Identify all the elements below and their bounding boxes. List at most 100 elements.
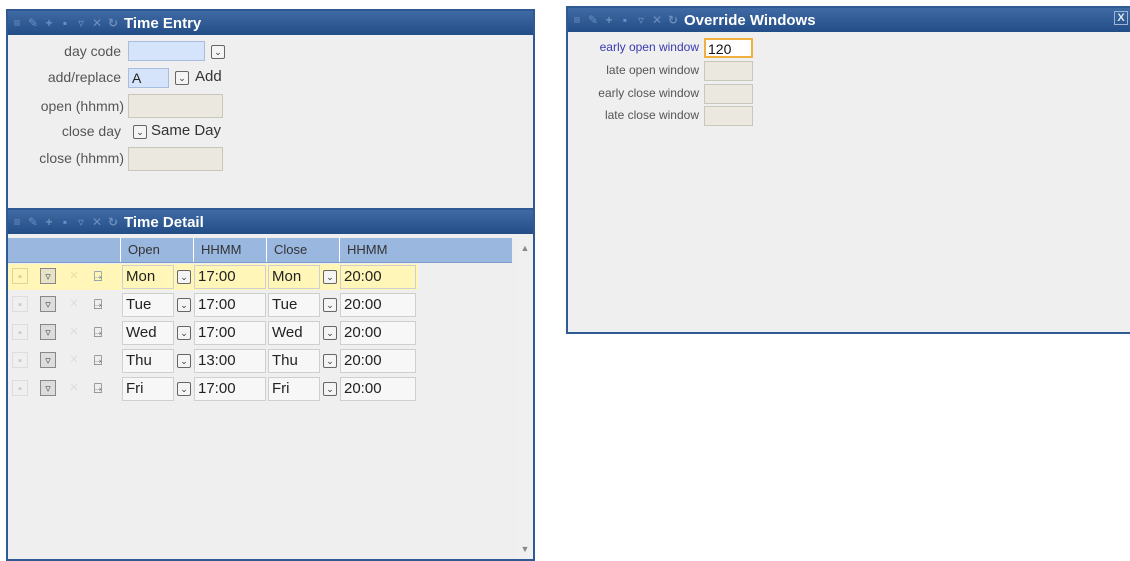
save-icon[interactable]: ▪ bbox=[12, 268, 28, 284]
refresh-icon[interactable]: ↻ bbox=[106, 16, 120, 30]
table-row[interactable]: ▪ ▿ ✕ ⍈ Mon ⌄ 17:00 Mon ⌄ 20:00 bbox=[8, 264, 418, 290]
open-day-cell[interactable]: Wed bbox=[122, 321, 174, 345]
open-time-cell[interactable]: 17:00 bbox=[194, 321, 266, 345]
undo-icon[interactable]: ▿ bbox=[74, 16, 88, 30]
undo-icon[interactable]: ▿ bbox=[74, 215, 88, 229]
undo-icon[interactable]: ▿ bbox=[40, 268, 56, 284]
open-day-dropdown-icon[interactable]: ⌄ bbox=[177, 326, 191, 340]
close-day-cell[interactable]: Thu bbox=[268, 349, 320, 373]
early-close-window-field[interactable] bbox=[704, 84, 753, 104]
close-day-dropdown-icon[interactable]: ⌄ bbox=[323, 354, 337, 368]
open-day-dropdown-icon[interactable]: ⌄ bbox=[177, 270, 191, 284]
close-day-cell[interactable]: Wed bbox=[268, 321, 320, 345]
undo-icon[interactable]: ▿ bbox=[40, 352, 56, 368]
add-replace-field[interactable]: A bbox=[128, 68, 169, 88]
scroll-down-icon[interactable]: ▼ bbox=[517, 541, 533, 557]
close-time-cell[interactable]: 20:00 bbox=[340, 377, 416, 401]
close-day-dropdown-icon[interactable]: ⌄ bbox=[323, 382, 337, 396]
close-day-cell[interactable]: Fri bbox=[268, 377, 320, 401]
open-day-cell[interactable]: Fri bbox=[122, 377, 174, 401]
close-day-dropdown-icon[interactable]: ⌄ bbox=[323, 298, 337, 312]
refresh-icon[interactable]: ↻ bbox=[666, 13, 680, 27]
save-icon[interactable]: ▪ bbox=[58, 215, 72, 229]
late-close-window-label: late close window bbox=[604, 108, 699, 122]
open-day-cell[interactable]: Mon bbox=[122, 265, 174, 289]
open-day-dropdown-icon[interactable]: ⌄ bbox=[177, 354, 191, 368]
undo-icon[interactable]: ▿ bbox=[40, 380, 56, 396]
door-icon[interactable]: ⍈ bbox=[90, 296, 106, 312]
undo-icon[interactable]: ▿ bbox=[40, 324, 56, 340]
open-day-cell[interactable]: Thu bbox=[122, 349, 174, 373]
undo-icon[interactable]: ▿ bbox=[634, 13, 648, 27]
close-day-cell[interactable]: Tue bbox=[268, 293, 320, 317]
door-icon[interactable]: ⍈ bbox=[90, 324, 106, 340]
open-field[interactable] bbox=[128, 94, 223, 118]
door-icon[interactable]: ⍈ bbox=[90, 352, 106, 368]
open-day-dropdown-icon[interactable]: ⌄ bbox=[177, 298, 191, 312]
edit-icon[interactable]: ✎ bbox=[586, 13, 600, 27]
save-icon[interactable]: ▪ bbox=[12, 324, 28, 340]
toolbar: ≡ ✎ + ▪ ▿ ✕ ↻ bbox=[8, 16, 120, 30]
add-icon[interactable]: + bbox=[42, 215, 56, 229]
open-time-cell[interactable]: 13:00 bbox=[194, 349, 266, 373]
early-open-window-label: early open window bbox=[599, 40, 699, 54]
close-day-dropdown-icon[interactable]: ⌄ bbox=[323, 326, 337, 340]
save-icon[interactable]: ▪ bbox=[58, 16, 72, 30]
open-day-dropdown-icon[interactable]: ⌄ bbox=[177, 382, 191, 396]
delete-icon[interactable]: ✕ bbox=[66, 380, 82, 396]
delete-icon[interactable]: ✕ bbox=[66, 268, 82, 284]
add-icon[interactable]: + bbox=[42, 16, 56, 30]
column-header-open-hhmm[interactable]: HHMM bbox=[193, 238, 266, 262]
table-row[interactable]: ▪ ▿ ✕ ⍈ Thu ⌄ 13:00 Thu ⌄ 20:00 bbox=[8, 348, 418, 374]
close-time-cell[interactable]: 20:00 bbox=[340, 349, 416, 373]
delete-icon[interactable]: ✕ bbox=[90, 16, 104, 30]
close-day-dropdown-icon[interactable]: ⌄ bbox=[133, 125, 147, 139]
close-field[interactable] bbox=[128, 147, 223, 171]
list-icon[interactable]: ≡ bbox=[10, 215, 24, 229]
open-time-cell[interactable]: 17:00 bbox=[194, 293, 266, 317]
edit-icon[interactable]: ✎ bbox=[26, 16, 40, 30]
delete-icon[interactable]: ✕ bbox=[90, 215, 104, 229]
undo-icon[interactable]: ▿ bbox=[40, 296, 56, 312]
close-day-label: close day bbox=[61, 123, 121, 139]
list-icon[interactable]: ≡ bbox=[570, 13, 584, 27]
late-open-window-field[interactable] bbox=[704, 61, 753, 81]
column-header-open[interactable]: Open bbox=[120, 238, 193, 262]
close-day-cell[interactable]: Mon bbox=[268, 265, 320, 289]
open-day-cell[interactable]: Tue bbox=[122, 293, 174, 317]
late-close-window-field[interactable] bbox=[704, 106, 753, 126]
open-time-cell[interactable]: 17:00 bbox=[194, 377, 266, 401]
delete-icon[interactable]: ✕ bbox=[650, 13, 664, 27]
door-icon[interactable]: ⍈ bbox=[90, 268, 106, 284]
close-time-cell[interactable]: 20:00 bbox=[340, 265, 416, 289]
column-header-close[interactable]: Close bbox=[266, 238, 339, 262]
day-code-field[interactable] bbox=[128, 41, 205, 61]
refresh-icon[interactable]: ↻ bbox=[106, 215, 120, 229]
close-icon[interactable]: X bbox=[1114, 11, 1128, 25]
delete-icon[interactable]: ✕ bbox=[66, 296, 82, 312]
close-time-cell[interactable]: 20:00 bbox=[340, 293, 416, 317]
close-time-cell[interactable]: 20:00 bbox=[340, 321, 416, 345]
delete-icon[interactable]: ✕ bbox=[66, 324, 82, 340]
table-row[interactable]: ▪ ▿ ✕ ⍈ Tue ⌄ 17:00 Tue ⌄ 20:00 bbox=[8, 292, 418, 318]
add-replace-dropdown-icon[interactable]: ⌄ bbox=[175, 71, 189, 85]
vertical-scrollbar[interactable]: ▲ ▼ bbox=[517, 238, 533, 559]
time-entry-panel: ≡ ✎ + ▪ ▿ ✕ ↻ Time Entry day code ⌄ add/… bbox=[6, 9, 535, 210]
save-icon[interactable]: ▪ bbox=[12, 380, 28, 396]
early-open-window-field[interactable]: 120 bbox=[704, 38, 753, 58]
save-icon[interactable]: ▪ bbox=[12, 296, 28, 312]
table-row[interactable]: ▪ ▿ ✕ ⍈ Wed ⌄ 17:00 Wed ⌄ 20:00 bbox=[8, 320, 418, 346]
close-day-dropdown-icon[interactable]: ⌄ bbox=[323, 270, 337, 284]
delete-icon[interactable]: ✕ bbox=[66, 352, 82, 368]
day-code-dropdown-icon[interactable]: ⌄ bbox=[211, 45, 225, 59]
door-icon[interactable]: ⍈ bbox=[90, 380, 106, 396]
scroll-up-icon[interactable]: ▲ bbox=[517, 240, 533, 256]
open-time-cell[interactable]: 17:00 bbox=[194, 265, 266, 289]
table-row[interactable]: ▪ ▿ ✕ ⍈ Fri ⌄ 17:00 Fri ⌄ 20:00 bbox=[8, 376, 418, 402]
save-icon[interactable]: ▪ bbox=[12, 352, 28, 368]
save-icon[interactable]: ▪ bbox=[618, 13, 632, 27]
column-header-close-hhmm[interactable]: HHMM bbox=[339, 238, 412, 262]
list-icon[interactable]: ≡ bbox=[10, 16, 24, 30]
edit-icon[interactable]: ✎ bbox=[26, 215, 40, 229]
add-icon[interactable]: + bbox=[602, 13, 616, 27]
